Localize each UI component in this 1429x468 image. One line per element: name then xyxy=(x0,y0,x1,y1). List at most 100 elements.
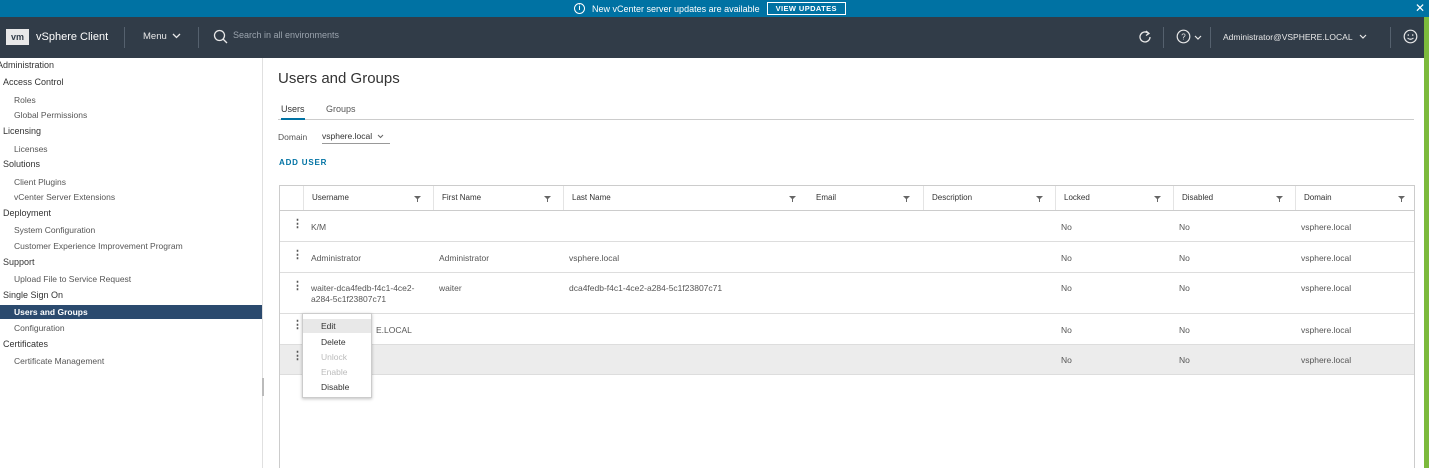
sidebar-item-users-and-groups[interactable]: Users and Groups xyxy=(0,305,262,319)
cell-domain: vsphere.local xyxy=(1301,325,1352,335)
search-icon xyxy=(213,29,228,44)
filter-icon[interactable] xyxy=(544,195,551,202)
sidebar: Administration Access Control Roles Glob… xyxy=(0,58,263,468)
cell-locked: No xyxy=(1061,283,1072,293)
filter-icon[interactable] xyxy=(1036,195,1043,202)
cell-username: E.LOCAL xyxy=(376,325,412,335)
filter-icon[interactable] xyxy=(1154,195,1161,202)
column-header-disabled[interactable]: Disabled xyxy=(1173,186,1295,210)
cell-disabled: No xyxy=(1179,222,1190,232)
sidebar-item-roles[interactable]: Roles xyxy=(0,95,262,105)
table-row[interactable]: ⋮ E.LOCAL No No vsphere.local xyxy=(280,314,1414,345)
column-label: Last Name xyxy=(572,193,611,202)
column-label: Email xyxy=(816,193,837,202)
svg-text:?: ? xyxy=(1181,33,1186,42)
sidebar-item-single-sign-on[interactable]: Single Sign On xyxy=(0,290,262,300)
sidebar-item-support[interactable]: Support xyxy=(0,257,262,267)
chevron-down-icon xyxy=(1359,34,1367,39)
notification-banner: i New vCenter server updates are availab… xyxy=(0,0,1429,17)
row-actions-icon[interactable]: ⋮ xyxy=(292,219,303,230)
filter-icon[interactable] xyxy=(414,195,421,202)
sidebar-item-ceip[interactable]: Customer Experience Improvement Program xyxy=(0,241,262,251)
column-label: Username xyxy=(312,193,349,202)
table-row[interactable]: ⋮ No No vsphere.local xyxy=(280,345,1414,375)
sidebar-item-global-permissions[interactable]: Global Permissions xyxy=(0,110,262,120)
tab-users[interactable]: Users xyxy=(281,104,305,120)
column-header-email[interactable]: Email xyxy=(808,186,923,210)
main-content: Users and Groups Users Groups Domain vsp… xyxy=(278,58,1418,468)
view-updates-button[interactable]: VIEW UPDATES xyxy=(766,2,846,15)
page-title: Users and Groups xyxy=(278,70,400,87)
domain-select[interactable]: vsphere.local xyxy=(322,131,390,144)
column-header-first-name[interactable]: First Name xyxy=(433,186,563,210)
header-divider xyxy=(1390,27,1391,48)
cell-locked: No xyxy=(1061,325,1072,335)
help-icon[interactable]: ? xyxy=(1176,29,1191,44)
sidebar-item-access-control[interactable]: Access Control xyxy=(0,77,262,87)
cell-disabled: No xyxy=(1179,283,1190,293)
filter-icon[interactable] xyxy=(903,195,910,202)
sidebar-resize-handle[interactable] xyxy=(262,378,264,396)
user-menu[interactable]: Administrator@VSPHERE.LOCAL xyxy=(1223,32,1367,42)
menu-label: Menu xyxy=(143,31,167,42)
sidebar-item-certificate-management[interactable]: Certificate Management xyxy=(0,356,262,366)
table-row[interactable]: ⋮ waiter-dca4fedb-f4c1-4ce2- a284-5c1f23… xyxy=(280,273,1414,314)
filter-icon[interactable] xyxy=(1276,195,1283,202)
column-header-locked[interactable]: Locked xyxy=(1055,186,1173,210)
tab-groups[interactable]: Groups xyxy=(326,104,356,118)
sidebar-item-solutions[interactable]: Solutions xyxy=(0,159,262,169)
table-row[interactable]: ⋮ Administrator Administrator vsphere.lo… xyxy=(280,242,1414,273)
user-label: Administrator@VSPHERE.LOCAL xyxy=(1223,32,1353,42)
domain-label: Domain xyxy=(278,132,308,142)
domain-value: vsphere.local xyxy=(322,131,373,141)
menu-item-edit[interactable]: Edit xyxy=(303,319,371,333)
sidebar-item-vcenter-server-extensions[interactable]: vCenter Server Extensions xyxy=(0,192,262,202)
refresh-icon[interactable] xyxy=(1137,29,1153,45)
cell-username: Administrator xyxy=(311,253,362,263)
menu-button[interactable]: Menu xyxy=(143,31,181,42)
header-divider xyxy=(124,27,125,48)
table-row[interactable]: ⋮ K/M No No vsphere.local xyxy=(280,211,1414,242)
feedback-smiley-icon[interactable] xyxy=(1403,29,1418,44)
column-header-description[interactable]: Description xyxy=(923,186,1055,210)
sidebar-item-configuration[interactable]: Configuration xyxy=(0,323,262,333)
row-actions-icon[interactable]: ⋮ xyxy=(292,320,303,331)
cell-disabled: No xyxy=(1179,325,1190,335)
tab-bar: Users Groups xyxy=(278,102,1414,120)
sidebar-item-deployment[interactable]: Deployment xyxy=(0,208,262,218)
cell-first-name: Administrator xyxy=(439,253,490,263)
row-actions-icon[interactable]: ⋮ xyxy=(292,250,303,261)
sidebar-item-licensing[interactable]: Licensing xyxy=(0,126,262,136)
row-context-menu: Edit Delete Unlock Enable Disable xyxy=(302,313,372,398)
app-header: vm vSphere Client Menu ? Administrator@V… xyxy=(0,17,1429,58)
cell-domain: vsphere.local xyxy=(1301,222,1352,232)
close-icon[interactable]: ✕ xyxy=(1415,0,1425,17)
menu-item-delete[interactable]: Delete xyxy=(303,335,371,349)
filter-icon[interactable] xyxy=(1398,195,1405,202)
row-actions-icon[interactable]: ⋮ xyxy=(292,351,303,362)
chevron-down-icon[interactable] xyxy=(1194,35,1202,41)
window-edge xyxy=(1424,17,1429,468)
column-header-domain[interactable]: Domain xyxy=(1295,186,1413,210)
sidebar-item-licenses[interactable]: Licenses xyxy=(0,144,262,154)
add-user-button[interactable]: ADD USER xyxy=(279,158,327,167)
sidebar-item-system-configuration[interactable]: System Configuration xyxy=(0,225,262,235)
menu-item-enable: Enable xyxy=(321,367,348,377)
sidebar-item-certificates[interactable]: Certificates xyxy=(0,339,262,349)
column-header-username[interactable]: Username xyxy=(303,186,433,210)
sidebar-item-client-plugins[interactable]: Client Plugins xyxy=(0,177,262,187)
column-label: Locked xyxy=(1064,193,1090,202)
column-header-last-name[interactable]: Last Name xyxy=(563,186,808,210)
table-header: Username First Name Last Name Email Desc… xyxy=(280,186,1414,211)
sidebar-item-administration[interactable]: Administration xyxy=(0,60,259,70)
filter-icon[interactable] xyxy=(789,195,796,202)
header-divider xyxy=(1163,27,1164,48)
chevron-down-icon xyxy=(172,33,181,39)
menu-item-disable[interactable]: Disable xyxy=(303,380,371,394)
app-title[interactable]: vSphere Client xyxy=(36,31,108,43)
search-input[interactable] xyxy=(233,30,533,40)
sidebar-item-upload-file[interactable]: Upload File to Service Request xyxy=(0,274,262,284)
cell-disabled: No xyxy=(1179,253,1190,263)
row-actions-icon[interactable]: ⋮ xyxy=(292,281,303,292)
cell-domain: vsphere.local xyxy=(1301,355,1352,365)
